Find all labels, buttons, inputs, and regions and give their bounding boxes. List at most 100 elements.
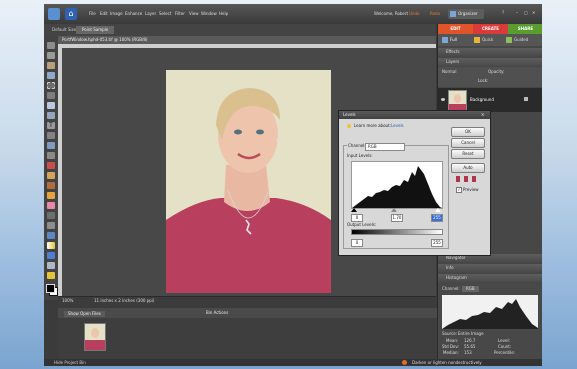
- menu-window[interactable]: Window: [201, 12, 217, 16]
- clone-stamp-icon[interactable]: [47, 182, 55, 189]
- tool-size-select[interactable]: Point Sample: [76, 26, 115, 34]
- output-white-field[interactable]: 255: [431, 239, 443, 247]
- cancel-button[interactable]: Cancel: [451, 138, 485, 148]
- layer-row[interactable]: Background: [438, 88, 542, 112]
- document-info[interactable]: 11 inches x 2 inches (300 ppi): [94, 299, 154, 303]
- histogram-panel-graph: [442, 295, 538, 329]
- tab-create-label: CREATE: [482, 26, 499, 31]
- menu-filter[interactable]: Filter: [175, 12, 185, 16]
- organizer-button[interactable]: Organizer: [448, 9, 484, 19]
- menu-layer[interactable]: Layer: [145, 12, 156, 16]
- black-point-handle[interactable]: [351, 208, 357, 212]
- blend-mode-select[interactable]: Normal: [442, 70, 456, 74]
- crop-tool-icon[interactable]: [47, 132, 55, 139]
- bin-files-dropdown[interactable]: Show Open Files: [64, 311, 105, 317]
- magic-wand-icon[interactable]: [47, 102, 55, 109]
- hide-bin-button[interactable]: Hide Project Bin: [54, 361, 86, 365]
- white-eyedropper-icon[interactable]: [472, 176, 476, 182]
- stat-median-value: 153: [464, 350, 472, 355]
- hand-tool-icon[interactable]: [47, 62, 55, 69]
- channel-select[interactable]: RGB: [365, 143, 405, 151]
- input-white-field[interactable]: 255: [431, 214, 443, 222]
- healing-brush-icon[interactable]: [47, 172, 55, 179]
- histogram-panel-header[interactable]: Histogram: [438, 274, 542, 282]
- welcome-text[interactable]: Welcome, Robert: [374, 12, 408, 16]
- eyedropper-tool-icon[interactable]: [47, 72, 55, 79]
- mode-guided[interactable]: Guided: [514, 38, 528, 42]
- ruler-horizontal: [58, 44, 436, 48]
- quick-selection-icon[interactable]: [47, 112, 55, 119]
- menu-help[interactable]: Help: [219, 12, 228, 16]
- mode-quick[interactable]: Quick: [482, 38, 493, 42]
- preview-checkbox[interactable]: ✓: [456, 187, 462, 193]
- home-icon[interactable]: ⌂: [65, 8, 77, 20]
- tab-share-label: SHARE: [517, 26, 534, 31]
- gray-eyedropper-icon[interactable]: [464, 176, 468, 182]
- red-eye-tool-icon[interactable]: [47, 162, 55, 169]
- dialog-titlebar[interactable]: Levels ✕: [339, 111, 490, 119]
- paint-bucket-icon[interactable]: [47, 232, 55, 239]
- info-panel-header[interactable]: Info: [438, 264, 542, 272]
- visibility-eye-icon[interactable]: [441, 98, 445, 101]
- bin-actions-button[interactable]: Bin Actions: [206, 311, 228, 315]
- status-bar: 100% 11 inches x 2 inches (300 ppi): [58, 296, 436, 305]
- blur-tool-icon[interactable]: [47, 262, 55, 269]
- menu-file[interactable]: File: [89, 12, 96, 16]
- sponge-tool-icon[interactable]: [47, 272, 55, 279]
- input-gamma-field[interactable]: 1.70: [391, 214, 403, 222]
- shape-tool-icon[interactable]: [47, 252, 55, 259]
- zoom-tool-icon[interactable]: [47, 52, 55, 59]
- black-eyedropper-icon[interactable]: [456, 176, 460, 182]
- mode-full[interactable]: Full: [450, 38, 457, 42]
- tab-create[interactable]: CREATE: [473, 24, 508, 34]
- tab-share[interactable]: SHARE: [508, 24, 542, 34]
- output-black-field[interactable]: 0: [351, 239, 363, 247]
- foreground-color-swatch[interactable]: [46, 284, 55, 293]
- document-tab[interactable]: PortfWindow.hphd-053.tif @ 100% (RGB/8): [58, 36, 436, 44]
- tab-edit[interactable]: EDIT: [438, 24, 473, 34]
- cookie-cutter-icon[interactable]: [47, 142, 55, 149]
- menu-edit[interactable]: Edit: [100, 12, 108, 16]
- stat-count-label: Count:: [498, 344, 512, 349]
- white-point-handle[interactable]: [435, 208, 441, 212]
- histogram-source-select[interactable]: Entire Image: [458, 332, 484, 336]
- midtone-handle[interactable]: [391, 208, 397, 212]
- histogram-channel-label: Channel:: [442, 286, 460, 291]
- input-black-field[interactable]: 0: [351, 214, 363, 222]
- input-levels-slider[interactable]: [351, 208, 441, 212]
- menu-image[interactable]: Image: [110, 12, 123, 16]
- zoom-level[interactable]: 100%: [62, 299, 73, 303]
- lasso-tool-icon[interactable]: [47, 92, 55, 99]
- straighten-tool-icon[interactable]: [47, 152, 55, 159]
- status-hint: Darken or lighten nondestructively: [412, 360, 482, 365]
- redo-button[interactable]: Redo: [430, 12, 440, 16]
- marquee-tool-icon[interactable]: [47, 82, 55, 89]
- undo-button[interactable]: Undo: [409, 12, 419, 16]
- thumbnail-face: [91, 328, 99, 338]
- type-tool-icon[interactable]: T: [47, 122, 55, 129]
- layers-panel-header[interactable]: Layers: [438, 58, 542, 66]
- bin-thumbnail[interactable]: [84, 323, 106, 351]
- maximize-icon[interactable]: □: [524, 11, 528, 15]
- ok-button[interactable]: OK: [451, 127, 485, 137]
- reset-button[interactable]: Reset: [451, 149, 485, 159]
- histogram-channel-select[interactable]: RGB: [462, 286, 479, 292]
- smart-brush-icon[interactable]: [47, 222, 55, 229]
- gradient-tool-icon[interactable]: [47, 242, 55, 249]
- dialog-close-icon[interactable]: ✕: [481, 113, 484, 117]
- menu-view[interactable]: View: [189, 12, 199, 16]
- close-icon[interactable]: ✕: [532, 11, 535, 15]
- brush-tool-icon[interactable]: [47, 212, 55, 219]
- stat-stddev-label: Std Dev:: [442, 344, 459, 349]
- minimize-icon[interactable]: –: [516, 11, 518, 15]
- help-icon[interactable]: ?: [502, 11, 504, 15]
- menu-select[interactable]: Select: [159, 12, 171, 16]
- auto-button[interactable]: Auto: [451, 163, 485, 173]
- effects-panel-header[interactable]: Effects: [438, 48, 542, 56]
- pencil-tool-icon[interactable]: [47, 192, 55, 199]
- eraser-tool-icon[interactable]: [47, 202, 55, 209]
- menu-enhance[interactable]: Enhance: [125, 12, 142, 16]
- move-tool-icon[interactable]: [47, 42, 55, 49]
- photo-portrait[interactable]: [166, 70, 331, 293]
- learn-more-link[interactable]: Levels: [391, 124, 404, 128]
